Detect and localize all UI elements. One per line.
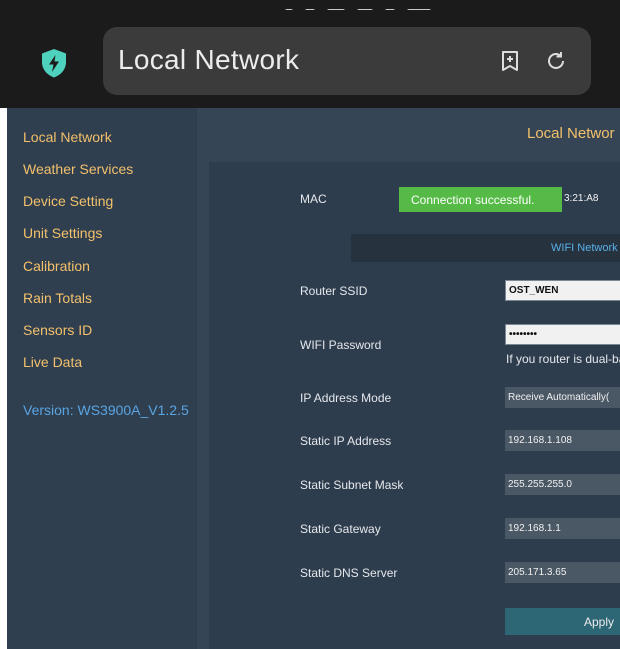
page-title: Local Networ — [527, 125, 615, 142]
tab-wifi-network-label: WIFI Network — [551, 242, 618, 254]
static-ip-input[interactable]: 192.168.1.108 — [505, 430, 620, 451]
apply-button[interactable]: Apply — [505, 608, 620, 635]
router-ssid-input[interactable]: OST_WEN — [505, 280, 620, 301]
sidebar-item-device-setting[interactable]: Device Setting — [23, 193, 113, 209]
browser-toolbar: Local Network — [0, 0, 620, 108]
wifi-password-label: WIFI Password — [300, 338, 382, 352]
gateway-label: Static Gateway — [300, 522, 381, 536]
sidebar: Local Network Weather Services Device Se… — [7, 108, 197, 649]
static-ip-label: Static IP Address — [300, 434, 392, 448]
sidebar-item-local-network[interactable]: Local Network — [23, 129, 112, 145]
main-content: Local Networ MAC 3:21:A8 Connection succ… — [197, 108, 620, 649]
subnet-mask-label: Static Subnet Mask — [300, 478, 404, 492]
sidebar-item-live-data[interactable]: Live Data — [23, 354, 82, 370]
add-tab-icon[interactable] — [498, 49, 522, 73]
sidebar-item-calibration[interactable]: Calibration — [23, 258, 90, 274]
tab-wifi-network[interactable]: WIFI Network — [351, 234, 620, 262]
mac-value: 3:21:A8 — [564, 193, 599, 204]
address-bar[interactable]: Local Network — [103, 27, 591, 95]
wifi-password-input[interactable]: •••••••• — [505, 324, 620, 345]
reload-icon[interactable] — [544, 49, 568, 73]
mac-label: MAC — [300, 192, 327, 206]
dns-server-input[interactable]: 205.171.3.65 — [505, 562, 620, 583]
gateway-input[interactable]: 192.168.1.1 — [505, 518, 620, 539]
ip-mode-select[interactable]: Receive Automatically( — [505, 387, 620, 408]
sidebar-item-weather-services[interactable]: Weather Services — [23, 161, 133, 177]
ip-mode-label: IP Address Mode — [300, 391, 392, 405]
version-label: Version: WS3900A_V1.2.5 — [23, 402, 189, 418]
status-bar-icons — [285, 0, 475, 10]
subnet-mask-input[interactable]: 255.255.255.0 — [505, 474, 620, 495]
dual-band-hint: If you router is dual-ba — [506, 352, 620, 366]
page-title-bar: Local Network — [118, 44, 300, 75]
sidebar-item-unit-settings[interactable]: Unit Settings — [23, 225, 102, 241]
sidebar-item-sensors-id[interactable]: Sensors ID — [23, 322, 92, 338]
router-ssid-label: Router SSID — [300, 284, 368, 298]
connection-toast: Connection successful. — [399, 187, 562, 212]
shield-bolt-icon[interactable] — [38, 47, 70, 79]
settings-panel: MAC 3:21:A8 Connection successful. WIFI … — [209, 162, 620, 649]
sidebar-item-rain-totals[interactable]: Rain Totals — [23, 290, 92, 306]
dns-server-label: Static DNS Server — [300, 566, 398, 580]
